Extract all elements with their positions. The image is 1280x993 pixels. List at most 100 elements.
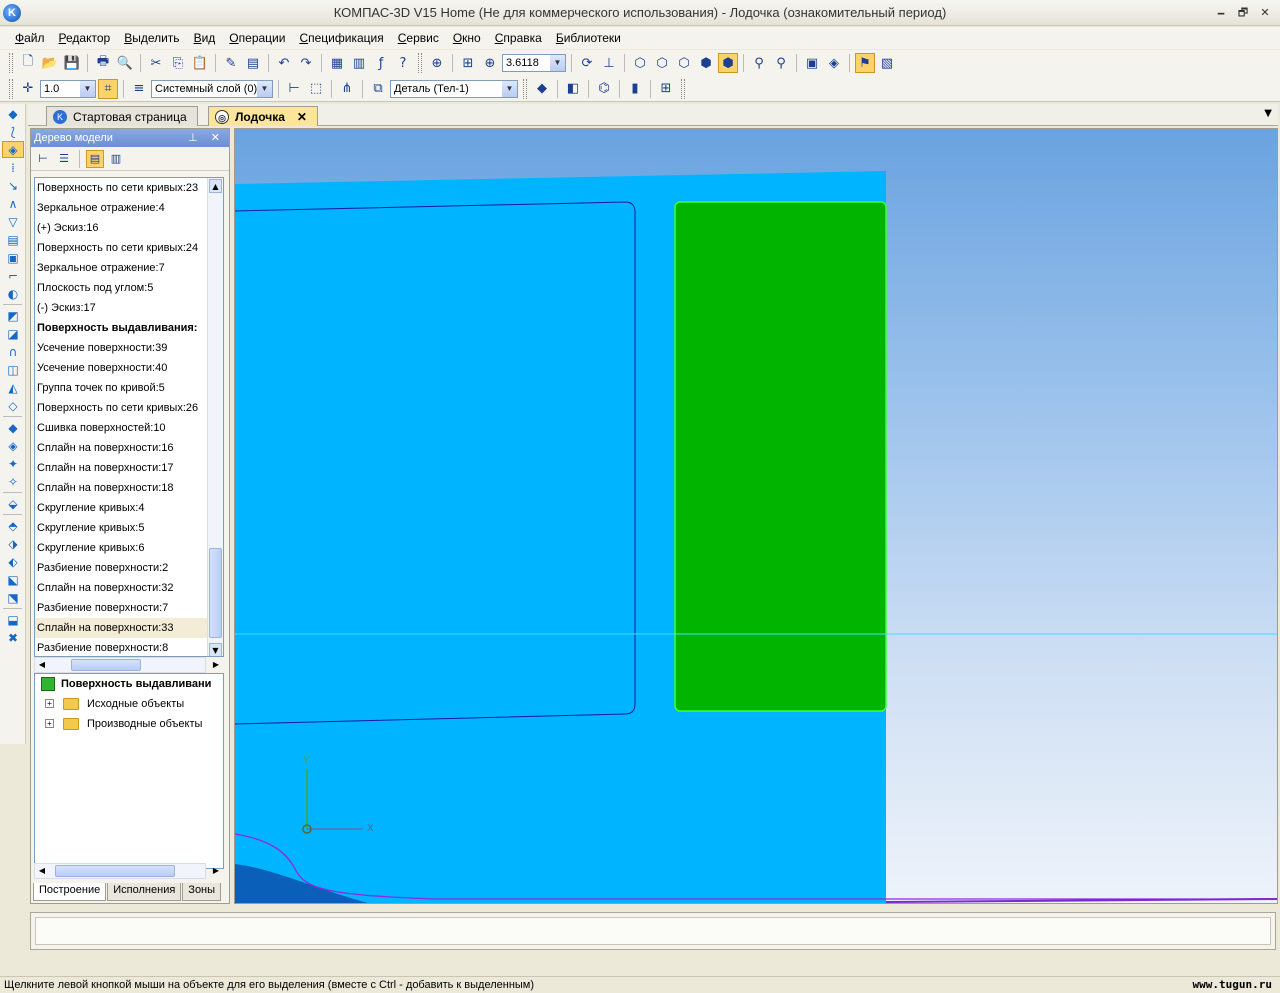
menu-operations[interactable]: Операции — [222, 31, 292, 45]
tree-view-icon[interactable]: ▤ — [86, 149, 104, 168]
wireframe-icon[interactable]: ⬡ — [630, 53, 650, 73]
scroll-left-icon[interactable]: ◀ — [35, 864, 49, 878]
redo-icon[interactable]: ↷ — [296, 53, 316, 73]
material-icon[interactable]: ◧ — [563, 79, 583, 99]
menu-service[interactable]: Сервис — [391, 31, 446, 45]
tree-item[interactable]: Усечение поверхности:39 — [35, 338, 223, 358]
tree-item[interactable]: Поверхность по сети кривых:23 — [35, 178, 223, 198]
menu-view[interactable]: Вид — [187, 31, 223, 45]
expand-icon[interactable]: + — [45, 719, 54, 728]
chevron-down-icon[interactable]: ▼ — [80, 80, 95, 97]
tree-child-source[interactable]: + Исходные объекты — [35, 694, 223, 714]
tab-zones[interactable]: Зоны — [182, 883, 222, 901]
tab-executions[interactable]: Исполнения — [107, 883, 182, 901]
remove-body-icon[interactable]: ✖ — [2, 629, 24, 646]
open-file-icon[interactable]: 📂 — [40, 53, 60, 73]
stitch-surface-icon[interactable]: ⬘ — [2, 517, 24, 534]
tree-item[interactable]: Скругление кривых:6 — [35, 538, 223, 558]
tree-item[interactable]: Сплайн на поверхности:32 — [35, 578, 223, 598]
tree-item[interactable]: Поверхность выдавливания: — [35, 318, 223, 338]
sweep-surface-icon[interactable]: ◫ — [2, 361, 24, 378]
zoom-combo[interactable]: 3.6118 ▼ — [502, 54, 566, 72]
sheet-metal-icon[interactable]: ◐ — [2, 285, 24, 302]
grid-surface-icon[interactable]: ✦ — [2, 455, 24, 472]
color-icon[interactable]: ◆ — [532, 79, 552, 99]
toolbar-grip[interactable] — [9, 53, 13, 73]
tree-child-derived[interactable]: + Производные объекты — [35, 714, 223, 734]
model-canvas[interactable] — [235, 129, 1278, 904]
body-icon[interactable]: ▮ — [625, 79, 645, 99]
tree-item[interactable]: Сплайн на поверхности:17 — [35, 458, 223, 478]
chevron-down-icon[interactable]: ▼ — [550, 55, 565, 71]
offset-surface-icon[interactable]: ⬔ — [2, 589, 24, 606]
aux-geometry-icon[interactable]: ↘ — [2, 177, 24, 194]
variables-icon[interactable]: ▥ — [349, 53, 369, 73]
grid-snap-icon[interactable]: ⌗ — [98, 78, 118, 99]
scroll-left-icon[interactable]: ◀ — [35, 658, 49, 672]
part-combo[interactable]: Деталь (Тел-1) ▼ — [390, 79, 518, 98]
tree-item[interactable]: Сплайн на поверхности:16 — [35, 438, 223, 458]
menu-window[interactable]: Окно — [446, 31, 488, 45]
tree-horizontal-scrollbar[interactable]: ◀ ▶ — [34, 657, 219, 673]
tree-item[interactable]: Зеркальное отражение:7 — [35, 258, 223, 278]
tree-item[interactable]: Скругление кривых:5 — [35, 518, 223, 538]
selection-filter-icon[interactable]: ⚲ — [771, 53, 791, 73]
orthogonal-icon[interactable]: ⬚ — [306, 79, 326, 99]
print-icon[interactable]: 🖶 — [93, 53, 113, 73]
measure-icon[interactable]: ▧ — [877, 53, 897, 73]
filter-select-icon[interactable]: ▽ — [2, 213, 24, 230]
menu-specification[interactable]: Спецификация — [292, 31, 390, 45]
menu-select[interactable]: Выделить — [117, 31, 186, 45]
zoom-window-icon[interactable]: ⊕ — [427, 53, 447, 73]
surfaces-icon[interactable]: ◈ — [2, 141, 24, 158]
fx-icon[interactable]: ƒ — [371, 53, 391, 73]
extrude-surface-icon[interactable]: ◩ — [2, 307, 24, 324]
tree-item[interactable]: Скругление кривых:4 — [35, 498, 223, 518]
delete-face-icon[interactable]: ⬓ — [2, 611, 24, 628]
scroll-right-icon[interactable]: ▶ — [209, 658, 223, 672]
snap-icon[interactable]: ⚑ — [855, 53, 875, 73]
sketch-icon[interactable]: ∧ — [2, 195, 24, 212]
print-preview-icon[interactable]: 🔍 — [115, 53, 135, 73]
undo-icon[interactable]: ↶ — [274, 53, 294, 73]
panel-header-buttons[interactable]: ⊥ ✕ — [188, 129, 225, 147]
surface-mode-icon[interactable]: ⌬ — [594, 79, 614, 99]
patch-surface-icon[interactable]: ◇ — [2, 397, 24, 414]
tab-start-page[interactable]: K Стартовая страница — [46, 106, 198, 126]
selected-face[interactable] — [674, 201, 887, 712]
tab-construction[interactable]: Построение — [33, 883, 107, 901]
scroll-down-icon[interactable]: ▼ — [209, 643, 222, 656]
arch-surface-icon[interactable]: ∩ — [2, 343, 24, 360]
close-tab-icon[interactable]: ✕ — [297, 110, 307, 124]
tree-item[interactable]: Разбиение поверхности:2 — [35, 558, 223, 578]
trim-surface-icon[interactable]: ⬙ — [2, 495, 24, 512]
tree-root-item[interactable]: Поверхность выдавливани — [35, 674, 223, 694]
cursor-step-icon[interactable]: ✛ — [18, 79, 38, 99]
step-combo[interactable]: 1.0 ▼ — [40, 79, 96, 98]
array-icon[interactable]: ⁞ — [2, 159, 24, 176]
expand-icon[interactable]: + — [45, 699, 54, 708]
tree-vertical-scrollbar[interactable]: ▲ ▼ — [207, 178, 223, 656]
tree-item[interactable]: Поверхность по сети кривых:24 — [35, 238, 223, 258]
tree-item[interactable]: Поверхность по сети кривых:26 — [35, 398, 223, 418]
save-icon[interactable]: 💾 — [62, 53, 82, 73]
revolve-surface-icon[interactable]: ◪ — [2, 325, 24, 342]
menu-file[interactable]: Файл — [8, 31, 52, 45]
part-icon[interactable]: ⧉ — [368, 79, 388, 99]
hidden-lines-icon[interactable]: ⬡ — [652, 53, 672, 73]
3d-viewport[interactable]: Y X — [234, 128, 1278, 904]
close-button[interactable]: ✕ — [1256, 5, 1274, 21]
loft-surface-icon[interactable]: ◭ — [2, 379, 24, 396]
tree-item-selected[interactable]: Сплайн на поверхности:33 — [35, 618, 223, 638]
tree-order-icon[interactable]: ☰ — [55, 150, 73, 168]
point-surface-icon[interactable]: ◆ — [2, 419, 24, 436]
rotate-icon[interactable]: ⟳ — [577, 53, 597, 73]
tree2-horizontal-scrollbar[interactable]: ◀ ▶ — [34, 863, 219, 879]
tree-separate-icon[interactable]: ▥ — [107, 150, 125, 168]
mesh-surface-icon[interactable]: ◈ — [2, 437, 24, 454]
fillet-surface-icon[interactable]: ⬕ — [2, 571, 24, 588]
menu-libraries[interactable]: Библиотеки — [549, 31, 628, 45]
tree-structure-icon[interactable]: ⊢ — [34, 150, 52, 168]
zoom-all-icon[interactable]: ⊞ — [458, 53, 478, 73]
scroll-thumb[interactable] — [209, 548, 222, 638]
